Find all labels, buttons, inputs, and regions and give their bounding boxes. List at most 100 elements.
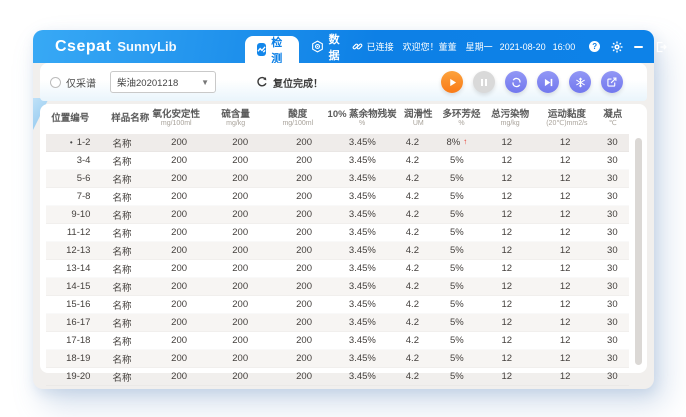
value-cell: 5% bbox=[435, 173, 479, 184]
spectrum-only-radio[interactable] bbox=[50, 77, 61, 88]
value-cell: 200 bbox=[207, 281, 274, 292]
welcome-text: 欢迎您！董董 bbox=[403, 40, 457, 53]
sample-profile-select[interactable]: 柴油20201218 ▼ bbox=[110, 71, 216, 93]
sample-name-cell: 名称 bbox=[102, 262, 151, 276]
table-row[interactable]: 16-17名称2002002003.45%4.25%121230 bbox=[46, 314, 629, 332]
statusbar: 已连接 欢迎您！董董 星期一 2021-08-20 16:00 ? bbox=[352, 40, 668, 53]
position-cell: 17-18 bbox=[46, 335, 102, 346]
value-cell: 30 bbox=[596, 191, 629, 202]
tab-data[interactable]: 数据 bbox=[299, 30, 352, 63]
pause-button[interactable] bbox=[473, 71, 495, 93]
table-row[interactable]: 3-4名称2002002003.45%4.25%121230 bbox=[46, 152, 629, 170]
reset-refresh-icon bbox=[256, 76, 268, 88]
value-cell: 5% bbox=[435, 245, 479, 256]
table-row[interactable]: 5-6名称2002002003.45%4.25%121230 bbox=[46, 170, 629, 188]
value-cell: 12 bbox=[479, 191, 535, 202]
sync-icon bbox=[511, 77, 522, 88]
value-cell: 5% bbox=[435, 263, 479, 274]
value-cell: 4.2 bbox=[390, 263, 434, 274]
time: 16:00 bbox=[553, 42, 576, 52]
value-cell: 12 bbox=[535, 209, 596, 220]
main-tabs: 检测 数据 bbox=[245, 30, 352, 63]
value-cell: 30 bbox=[596, 137, 629, 148]
position-cell: 13-14 bbox=[46, 263, 102, 274]
alert-up-icon: ↑ bbox=[463, 137, 467, 146]
link-icon bbox=[352, 41, 363, 52]
value-cell: 12 bbox=[535, 191, 596, 202]
value-cell: 12 bbox=[479, 137, 535, 148]
value-cell: 12 bbox=[479, 173, 535, 184]
value-cell: 200 bbox=[151, 353, 207, 364]
value-cell: 200 bbox=[207, 371, 274, 382]
spectrum-only-label: 仅采谱 bbox=[66, 75, 96, 90]
brand: Csepat SunnyLib bbox=[55, 38, 177, 56]
value-cell: 12 bbox=[479, 227, 535, 238]
table-row[interactable]: 15-16名称2002002003.45%4.25%121230 bbox=[46, 296, 629, 314]
table-row[interactable]: 13-14名称2002002003.45%4.25%121230 bbox=[46, 260, 629, 278]
position-cell: 16-17 bbox=[46, 317, 102, 328]
table-row[interactable]: 14-15名称2002002003.45%4.25%121230 bbox=[46, 278, 629, 296]
exit-button[interactable] bbox=[654, 40, 667, 53]
position-cell: •1-2 bbox=[46, 137, 102, 148]
value-cell: 3.45% bbox=[335, 317, 391, 328]
table-row[interactable]: •1-2名称2002002003.45%4.28%↑121230 bbox=[46, 134, 629, 152]
value-cell: 4.2 bbox=[390, 245, 434, 256]
value-cell: 200 bbox=[207, 245, 274, 256]
column-header: 10% 蒸余物残炭% bbox=[328, 110, 397, 129]
table-row[interactable]: 18-19名称2002002003.45%4.25%121230 bbox=[46, 350, 629, 368]
export-button[interactable] bbox=[601, 71, 623, 93]
toolbar: 仅采谱 柴油20201218 ▼ 复位完成！ bbox=[40, 63, 647, 101]
freeze-button[interactable] bbox=[569, 71, 591, 93]
value-cell: 3.45% bbox=[335, 227, 391, 238]
value-cell: 200 bbox=[151, 281, 207, 292]
window-controls: ? bbox=[588, 40, 667, 53]
table-scrollbar[interactable] bbox=[635, 138, 642, 365]
sample-name-cell: 名称 bbox=[102, 226, 151, 240]
reset-status: 复位完成！ bbox=[256, 75, 323, 90]
value-cell: 12 bbox=[479, 353, 535, 364]
table-row[interactable]: 12-13名称2002002003.45%4.25%121230 bbox=[46, 242, 629, 260]
value-cell: 12 bbox=[535, 137, 596, 148]
column-header: 酸度mg/100ml bbox=[268, 110, 327, 129]
value-cell: 12 bbox=[535, 263, 596, 274]
value-cell: 4.2 bbox=[390, 299, 434, 310]
data-tab-icon bbox=[311, 40, 324, 53]
minimize-button[interactable] bbox=[632, 40, 645, 53]
value-cell: 200 bbox=[151, 173, 207, 184]
sync-button[interactable] bbox=[505, 71, 527, 93]
product-name: SunnyLib bbox=[117, 39, 176, 54]
value-cell: 5% bbox=[435, 281, 479, 292]
value-cell: 12 bbox=[535, 281, 596, 292]
position-cell: 14-15 bbox=[46, 281, 102, 292]
value-cell: 3.45% bbox=[335, 173, 391, 184]
table-row[interactable]: 9-10名称2002002003.45%4.25%121230 bbox=[46, 206, 629, 224]
start-button[interactable] bbox=[441, 71, 463, 93]
value-cell: 200 bbox=[207, 209, 274, 220]
tab-detection[interactable]: 检测 bbox=[245, 36, 299, 63]
value-cell: 5% bbox=[435, 227, 479, 238]
value-cell: 4.2 bbox=[390, 191, 434, 202]
position-cell: 7-8 bbox=[46, 191, 102, 202]
snowflake-icon bbox=[575, 77, 586, 88]
value-cell: 30 bbox=[596, 209, 629, 220]
table-row[interactable]: 7-8名称2002002003.45%4.25%121230 bbox=[46, 188, 629, 206]
titlebar: Csepat SunnyLib 检测 数据 bbox=[33, 30, 654, 63]
table-row[interactable]: 19-20名称2002002003.45%4.25%121230 bbox=[46, 368, 629, 386]
help-button[interactable]: ? bbox=[588, 40, 601, 53]
skip-to-end-button[interactable] bbox=[537, 71, 559, 93]
value-cell: 4.2 bbox=[390, 209, 434, 220]
table-row[interactable]: 17-18名称2002002003.45%4.25%121230 bbox=[46, 332, 629, 350]
settings-button[interactable] bbox=[610, 40, 623, 53]
table-row[interactable]: 11-12名称2002002003.45%4.25%121230 bbox=[46, 224, 629, 242]
sample-name-cell: 名称 bbox=[102, 136, 151, 150]
value-cell: 30 bbox=[596, 173, 629, 184]
value-cell: 30 bbox=[596, 317, 629, 328]
gear-icon bbox=[611, 41, 623, 53]
value-cell: 200 bbox=[274, 209, 335, 220]
value-cell: 200 bbox=[151, 335, 207, 346]
value-cell: 3.45% bbox=[335, 299, 391, 310]
value-cell: 4.2 bbox=[390, 137, 434, 148]
value-cell: 12 bbox=[479, 299, 535, 310]
table-body: •1-2名称2002002003.45%4.28%↑1212303-4名称200… bbox=[46, 134, 629, 386]
value-cell: 12 bbox=[535, 371, 596, 382]
